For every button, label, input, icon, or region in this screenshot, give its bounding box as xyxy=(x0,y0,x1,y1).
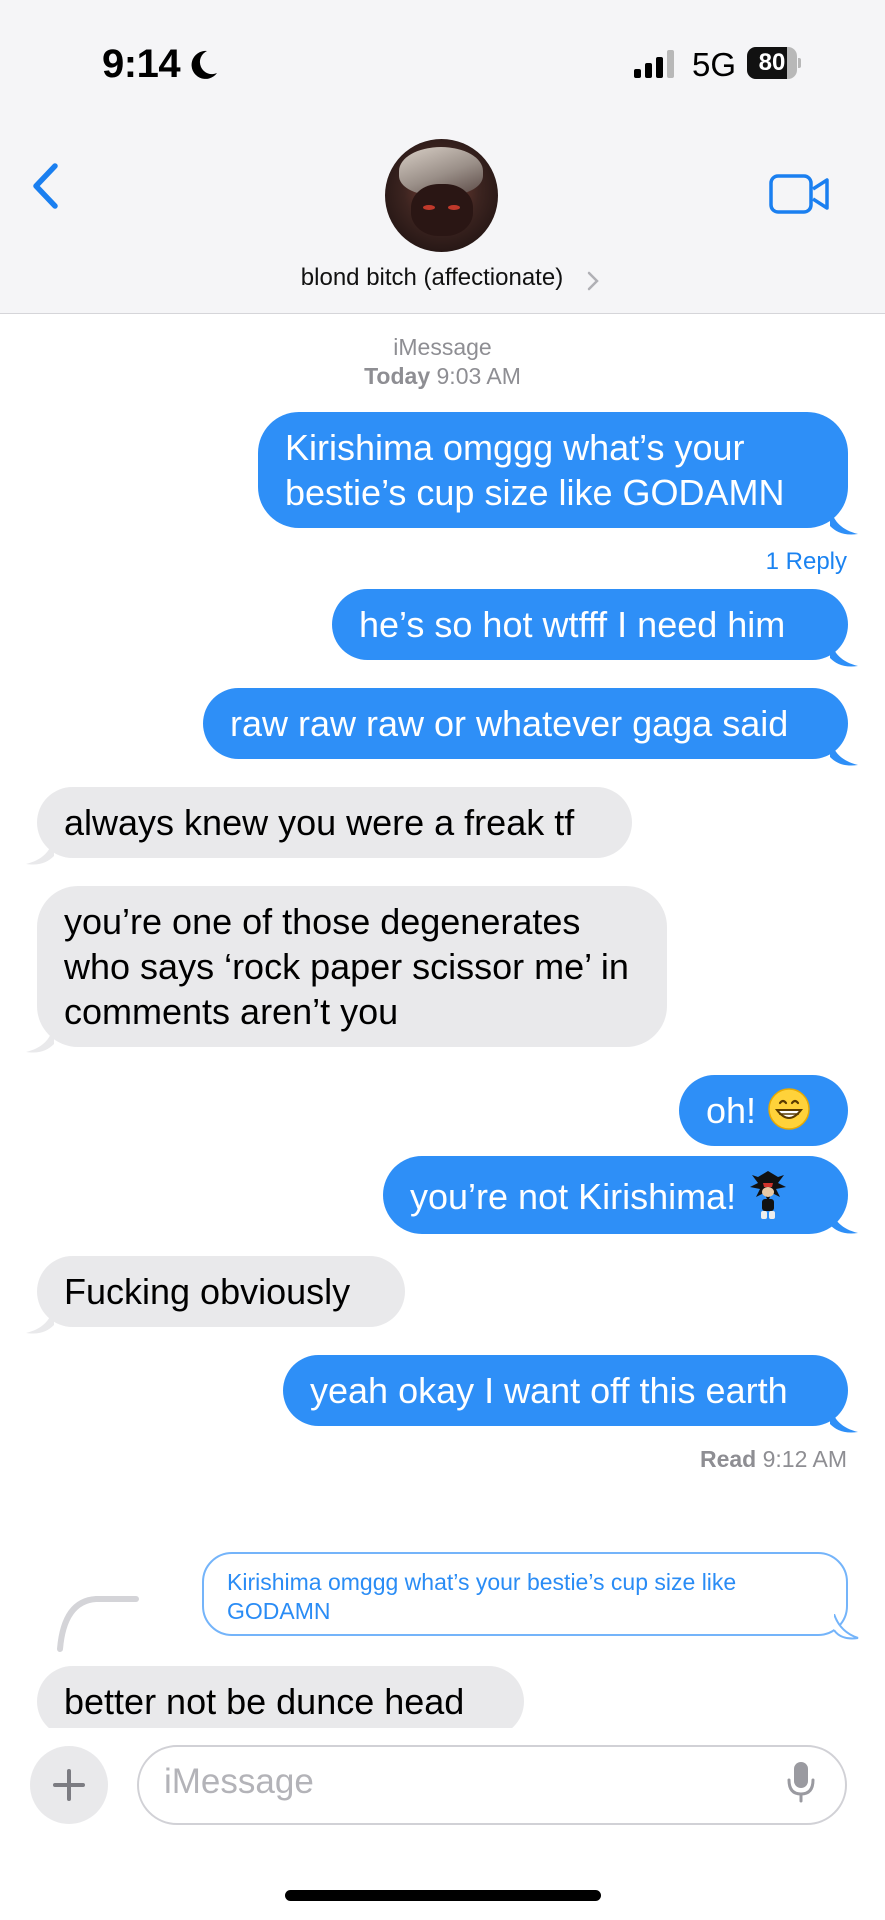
message-bubble-outgoing[interactable]: oh! xyxy=(679,1075,848,1146)
message-bubble-incoming[interactable]: Fucking obviously xyxy=(37,1256,405,1327)
message-text: always knew you were a freak tf xyxy=(64,802,575,843)
microphone-icon[interactable] xyxy=(786,1760,816,1809)
message-bubble-outgoing[interactable]: you’re not Kirishima! xyxy=(383,1156,848,1234)
status-time: 9:14 xyxy=(102,42,181,86)
read-receipt: Read 9:12 AM xyxy=(700,1446,847,1473)
message-bubble-outgoing[interactable]: raw raw raw or whatever gaga said xyxy=(203,688,848,759)
apps-plus-button[interactable] xyxy=(30,1746,108,1824)
message-bubble-outgoing[interactable]: Kirishima omggg what’s your bestie’s cup… xyxy=(258,412,848,528)
reply-count-link[interactable]: 1 Reply xyxy=(766,548,847,576)
message-text: raw raw raw or whatever gaga said xyxy=(230,703,789,744)
battery-icon: 80 xyxy=(747,47,801,79)
message-text: oh! xyxy=(706,1090,757,1131)
message-text: Fucking obviously xyxy=(64,1271,351,1312)
message-bubble-outgoing[interactable]: yeah okay I want off this earth xyxy=(283,1355,848,1426)
timestamp-day: Today xyxy=(364,363,431,389)
battery-percent: 80 xyxy=(758,49,786,76)
contact-name[interactable]: blond bitch (affectionate) xyxy=(0,264,864,292)
timestamp-time: 9:03 AM xyxy=(436,363,521,389)
status-bar: 9:14 5G 80 xyxy=(0,0,885,120)
message-input-placeholder: iMessage xyxy=(164,1762,314,1801)
message-text: he’s so hot wtfff I need him xyxy=(359,604,786,645)
message-bubble-incoming[interactable]: you’re one of those degenerates who says… xyxy=(37,886,667,1047)
cellular-signal-icon xyxy=(634,50,678,83)
message-text: Kirishima omggg what’s your bestie’s cup… xyxy=(285,427,785,513)
message-text: you’re not Kirishima! xyxy=(410,1176,737,1217)
contact-details-chevron-icon[interactable] xyxy=(587,271,599,296)
reply-thread-line xyxy=(57,1596,139,1652)
back-chevron-icon[interactable] xyxy=(30,162,60,215)
shadow-character-icon xyxy=(750,1169,787,1221)
network-type: 5G xyxy=(692,46,737,83)
timestamp: Today 9:03 AM xyxy=(0,363,885,390)
service-label: iMessage xyxy=(393,334,492,360)
message-bubble-incoming[interactable]: always knew you were a freak tf xyxy=(37,787,632,858)
facetime-video-icon[interactable] xyxy=(769,173,831,220)
quoted-text: Kirishima omggg what’s your bestie’s cup… xyxy=(227,1569,737,1624)
message-bubble-incoming[interactable]: better not be dunce head xyxy=(37,1666,524,1737)
message-bubble-outgoing[interactable]: he’s so hot wtfff I need him xyxy=(332,589,848,660)
message-text: better not be dunce head xyxy=(64,1681,465,1722)
home-indicator xyxy=(285,1890,601,1901)
plus-icon xyxy=(53,1769,85,1801)
read-label: Read xyxy=(699,1446,757,1472)
quoted-reply-bubble[interactable]: Kirishima omggg what’s your bestie’s cup… xyxy=(202,1552,848,1636)
moon-icon xyxy=(186,48,220,87)
message-text: yeah okay I want off this earth xyxy=(310,1370,788,1411)
read-time: 9:12 AM xyxy=(762,1446,847,1472)
grinning-emoji-icon xyxy=(768,1088,810,1130)
message-text: you’re one of those degenerates who says… xyxy=(64,901,629,1032)
contact-avatar[interactable] xyxy=(385,139,498,252)
